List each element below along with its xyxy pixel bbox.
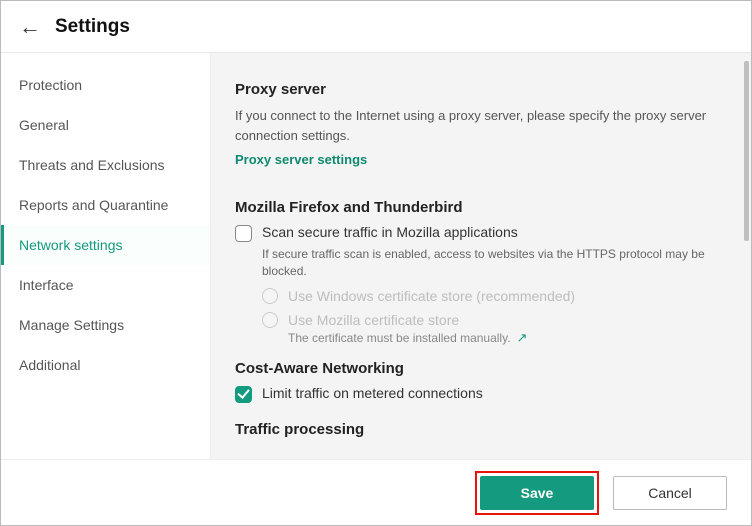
sidebar-item-protection[interactable]: Protection <box>1 65 210 105</box>
cert-mozilla-subnote-text: The certificate must be installed manual… <box>288 331 511 345</box>
cert-windows-row: Use Windows certificate store (recommend… <box>262 288 719 304</box>
limit-traffic-label: Limit traffic on metered connections <box>262 385 483 401</box>
back-arrow-icon[interactable]: ← <box>19 16 55 38</box>
sidebar-item-general[interactable]: General <box>1 105 210 145</box>
sidebar-item-additional[interactable]: Additional <box>1 345 210 385</box>
scrollbar[interactable] <box>743 53 751 459</box>
section-cost: Cost-Aware Networking Limit traffic on m… <box>235 360 719 403</box>
sidebar-item-interface[interactable]: Interface <box>1 265 210 305</box>
sidebar-item-label: Manage Settings <box>19 317 124 333</box>
content-area: Proxy server If you connect to the Inter… <box>211 53 751 459</box>
section-proxy: Proxy server If you connect to the Inter… <box>235 81 719 185</box>
section-heading-cost: Cost-Aware Networking <box>235 360 719 377</box>
scroll-thumb[interactable] <box>744 61 749 241</box>
proxy-settings-link[interactable]: Proxy server settings <box>235 152 367 167</box>
footer: Save Cancel <box>1 459 751 525</box>
cert-windows-label: Use Windows certificate store (recommend… <box>288 288 575 304</box>
body: Protection General Threats and Exclusion… <box>1 53 751 459</box>
cert-mozilla-subnote: The certificate must be installed manual… <box>288 330 719 346</box>
scan-secure-traffic-checkbox[interactable] <box>235 225 252 242</box>
scan-secure-traffic-row: Scan secure traffic in Mozilla applicati… <box>235 224 719 242</box>
section-heading-mozilla: Mozilla Firefox and Thunderbird <box>235 199 719 216</box>
sidebar-item-label: Interface <box>19 277 73 293</box>
cert-mozilla-radio <box>262 312 278 328</box>
sidebar-item-label: Additional <box>19 357 81 373</box>
cert-mozilla-label: Use Mozilla certificate store <box>288 312 459 328</box>
sidebar-item-network[interactable]: Network settings <box>1 225 210 265</box>
save-highlight-box: Save <box>475 471 599 515</box>
save-button[interactable]: Save <box>480 476 594 510</box>
content-scroll: Proxy server If you connect to the Inter… <box>211 53 743 459</box>
scan-secure-traffic-note: If secure traffic scan is enabled, acces… <box>262 246 719 280</box>
sidebar-item-manage[interactable]: Manage Settings <box>1 305 210 345</box>
sidebar-item-threats[interactable]: Threats and Exclusions <box>1 145 210 185</box>
scan-secure-traffic-label: Scan secure traffic in Mozilla applicati… <box>262 224 518 240</box>
sidebar-item-label: Network settings <box>19 237 122 253</box>
limit-traffic-checkbox[interactable] <box>235 386 252 403</box>
sidebar: Protection General Threats and Exclusion… <box>1 53 211 459</box>
limit-traffic-row: Limit traffic on metered connections <box>235 385 719 403</box>
settings-window: ← Settings Protection General Threats an… <box>0 0 752 526</box>
sidebar-item-label: Protection <box>19 77 82 93</box>
section-heading-proxy: Proxy server <box>235 81 719 98</box>
sidebar-item-label: Threats and Exclusions <box>19 157 165 173</box>
sidebar-item-label: General <box>19 117 69 133</box>
section-traffic: Traffic processing <box>235 421 719 438</box>
sidebar-item-label: Reports and Quarantine <box>19 197 168 213</box>
header: ← Settings <box>1 1 751 53</box>
proxy-description: If you connect to the Internet using a p… <box>235 106 719 145</box>
cert-windows-radio <box>262 288 278 304</box>
section-mozilla: Mozilla Firefox and Thunderbird Scan sec… <box>235 199 719 346</box>
cancel-button[interactable]: Cancel <box>613 476 727 510</box>
page-title: Settings <box>55 16 130 38</box>
external-link-icon[interactable]: ↗ <box>517 330 528 346</box>
section-heading-traffic: Traffic processing <box>235 421 719 438</box>
cert-mozilla-row: Use Mozilla certificate store <box>262 312 719 328</box>
sidebar-item-reports[interactable]: Reports and Quarantine <box>1 185 210 225</box>
